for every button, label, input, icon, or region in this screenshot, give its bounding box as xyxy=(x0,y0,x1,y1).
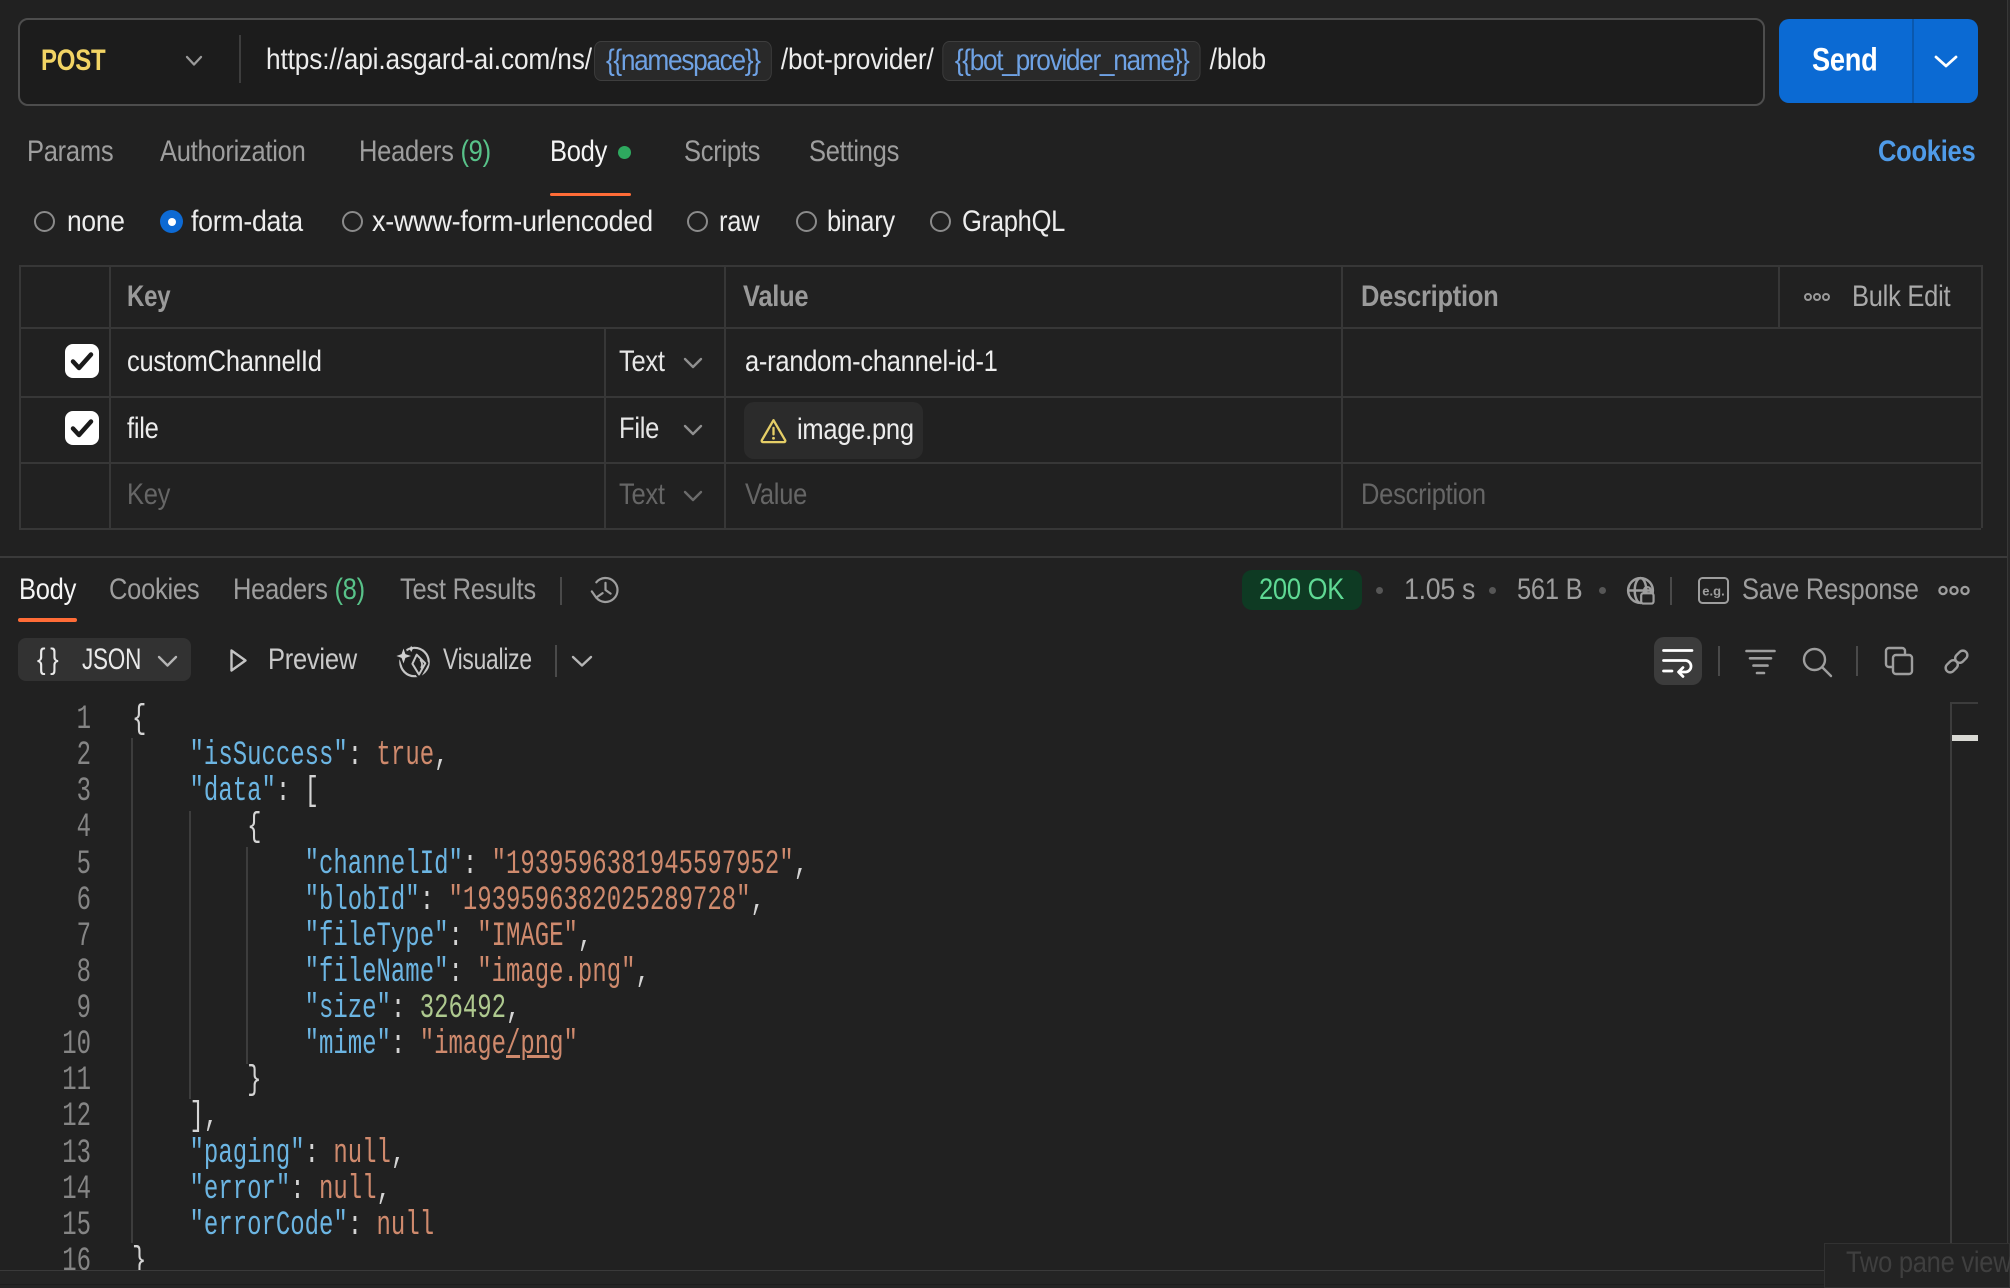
svg-text:e.g.: e.g. xyxy=(1702,584,1724,599)
